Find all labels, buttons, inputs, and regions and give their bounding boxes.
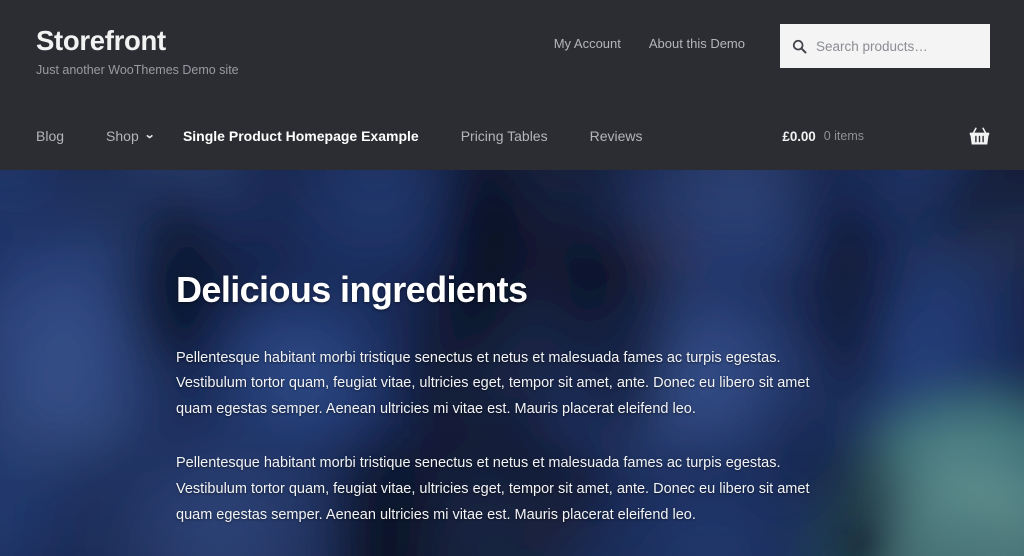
search-input[interactable] (816, 38, 978, 54)
hero-title: Delicious ingredients (176, 269, 528, 310)
site-branding[interactable]: Storefront Just another WooThemes Demo s… (36, 25, 239, 79)
hero-paragraph-1: Pellentesque habitant morbi tristique se… (176, 349, 810, 418)
nav-link-pricing-tables[interactable]: Pricing Tables (440, 129, 569, 143)
cart-total-amount: £0.00 (782, 128, 816, 144)
nav-link-blog[interactable]: Blog (32, 129, 85, 143)
product-search-form[interactable] (780, 24, 990, 68)
nav-item-shop[interactable]: Shop ⌄ (85, 129, 162, 143)
chevron-down-icon[interactable]: ⌄ (144, 129, 156, 141)
cart-item-count: 0 items (823, 129, 864, 143)
nav-item-pricing-tables[interactable]: Pricing Tables (440, 129, 569, 143)
primary-nav-list: Blog Shop ⌄ Single Product Homepage Exam… (32, 129, 664, 143)
secondary-nav-item-about-this-demo[interactable]: About this Demo (649, 36, 745, 51)
nav-item-blog[interactable]: Blog (32, 129, 85, 143)
nav-item-reviews[interactable]: Reviews (569, 129, 664, 143)
site-description: Just another WooThemes Demo site (36, 63, 239, 78)
shopping-basket-icon[interactable] (969, 127, 990, 146)
nav-link-shop[interactable]: Shop (85, 129, 145, 143)
nav-link-single-product-homepage-example[interactable]: Single Product Homepage Example (162, 129, 440, 143)
header-inner: Storefront Just another WooThemes Demo s… (32, 0, 992, 170)
hero-section: Delicious ingredients Pellentesque habit… (0, 170, 1024, 556)
cart-summary[interactable]: £0.00 0 items (782, 112, 990, 160)
page-root: Storefront Just another WooThemes Demo s… (0, 0, 1024, 556)
secondary-navigation: My Account About this Demo (554, 36, 745, 51)
search-icon (792, 39, 807, 54)
site-title[interactable]: Storefront (36, 25, 239, 56)
secondary-nav-item-my-account[interactable]: My Account (554, 36, 621, 51)
nav-link-reviews[interactable]: Reviews (569, 129, 664, 143)
site-header: Storefront Just another WooThemes Demo s… (0, 0, 1024, 170)
hero-content: Delicious ingredients Pellentesque habit… (32, 170, 992, 556)
nav-item-single-product-homepage-example[interactable]: Single Product Homepage Example (162, 129, 440, 143)
hero-paragraph-2: Pellentesque habitant morbi tristique se… (176, 454, 810, 523)
